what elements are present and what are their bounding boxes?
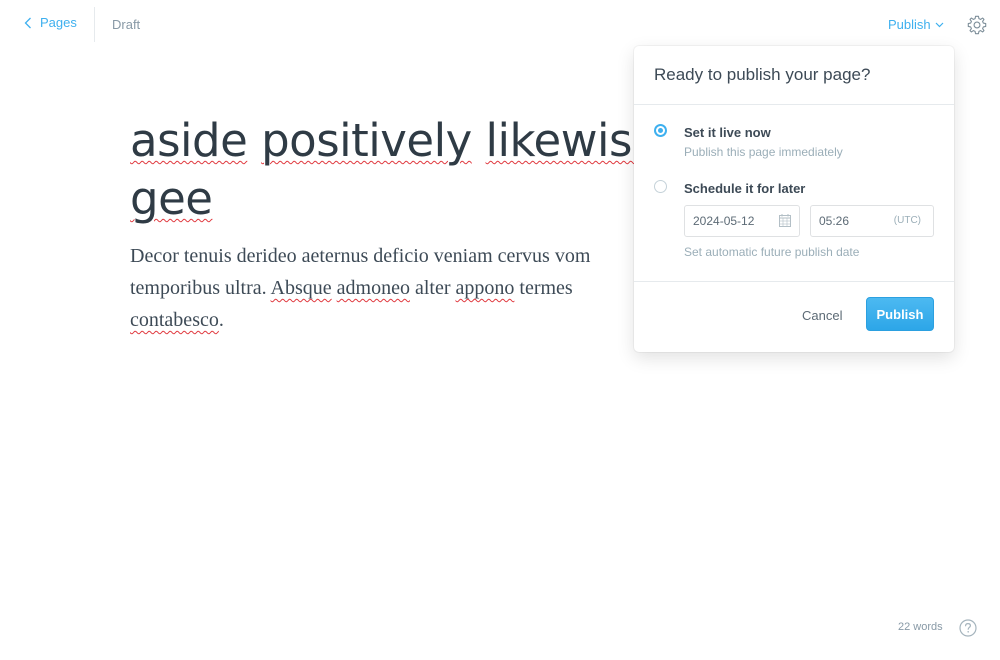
publish-popover: Ready to publish your page? Set it live … bbox=[634, 46, 954, 352]
misspelled-word: admoneo bbox=[336, 277, 410, 299]
title-word: positively bbox=[261, 114, 472, 167]
publish-now-radio[interactable] bbox=[654, 124, 667, 137]
schedule-time-input[interactable]: 05:26 (UTC) bbox=[810, 205, 934, 237]
schedule-date-input[interactable]: 2024-05-12 bbox=[684, 205, 800, 237]
back-to-pages-link[interactable]: Pages bbox=[24, 15, 77, 30]
chevron-left-icon bbox=[24, 17, 31, 28]
question-circle-icon bbox=[959, 619, 977, 637]
publish-trigger-label: Publish bbox=[888, 17, 931, 32]
publish-menu-trigger[interactable]: Publish bbox=[888, 17, 944, 32]
title-word: aside bbox=[130, 114, 248, 167]
word-count: 22 words bbox=[898, 621, 943, 633]
schedule-radio[interactable] bbox=[654, 180, 667, 193]
body-text-fragment: temporibus ultra. bbox=[130, 277, 271, 299]
chevron-down-icon bbox=[935, 22, 944, 27]
misspelled-word: Absque bbox=[270, 277, 332, 299]
body-text-fragment: . bbox=[218, 309, 224, 331]
schedule-hint: Set automatic future publish date bbox=[684, 245, 860, 259]
schedule-label: Schedule it for later bbox=[684, 181, 806, 196]
body-text-fragment: alter bbox=[409, 277, 456, 299]
schedule-time-value: 05:26 bbox=[819, 214, 850, 228]
publish-popover-heading: Ready to publish your page? bbox=[634, 46, 954, 105]
post-status: Draft bbox=[112, 17, 141, 32]
header-divider bbox=[94, 7, 95, 42]
editor-header: Pages Draft Publish bbox=[0, 0, 1000, 50]
misspelled-word: contabesco bbox=[130, 309, 219, 331]
publish-button[interactable]: Publish bbox=[866, 297, 934, 331]
settings-button[interactable] bbox=[966, 14, 988, 36]
title-word: gee bbox=[130, 172, 213, 225]
publish-now-label: Set it live now bbox=[684, 125, 771, 140]
calendar-icon bbox=[779, 214, 791, 227]
misspelled-word: appono bbox=[455, 277, 515, 299]
help-button[interactable] bbox=[958, 618, 978, 638]
timezone-label: (UTC) bbox=[893, 215, 921, 226]
back-link-label: Pages bbox=[40, 15, 77, 30]
schedule-date-value: 2024-05-12 bbox=[693, 214, 755, 228]
gear-icon bbox=[967, 15, 987, 35]
publish-now-description: Publish this page immediately bbox=[684, 145, 843, 159]
cancel-button[interactable]: Cancel bbox=[802, 308, 842, 323]
popover-divider bbox=[634, 281, 954, 282]
body-text-fragment: termes bbox=[514, 277, 573, 299]
body-line-1: Decor tenuis derideo aeternus deficio ve… bbox=[130, 245, 591, 267]
